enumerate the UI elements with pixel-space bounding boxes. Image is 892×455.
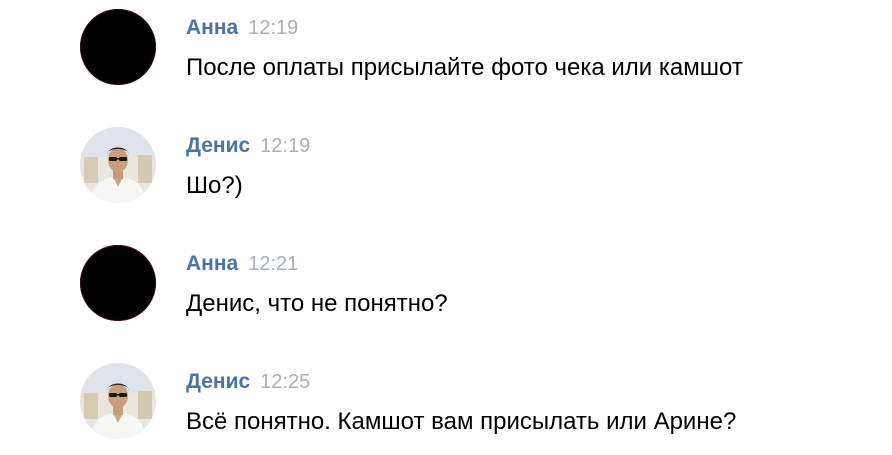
author-name[interactable]: Денис: [186, 370, 250, 393]
person-photo-icon: [80, 363, 156, 439]
author-name[interactable]: Анна: [186, 252, 238, 275]
message-text: Всё понятно. Камшот вам присылать или Ар…: [186, 408, 737, 435]
message-header: Денис 12:25: [186, 370, 310, 398]
message-time: 12:19: [248, 17, 299, 39]
person-photo-icon: [80, 127, 156, 203]
message-time: 12:21: [248, 253, 299, 275]
message-text: Шо?): [186, 172, 243, 199]
message-time: 12:25: [260, 371, 311, 393]
chat-message: Денис 12:19 Шо?): [0, 118, 892, 218]
message-text: После оплаты присылайте фото чека или ка…: [186, 54, 743, 81]
message-header: Денис 12:19: [186, 134, 310, 162]
author-name[interactable]: Анна: [186, 16, 238, 39]
chat-history: Анна 12:19 После оплаты присылайте фото ч…: [0, 0, 892, 455]
message-header: Анна 12:19: [186, 16, 298, 44]
avatar[interactable]: [80, 245, 156, 321]
avatar[interactable]: [80, 127, 156, 203]
message-text: Денис, что не понятно?: [186, 290, 448, 317]
author-name[interactable]: Денис: [186, 134, 250, 157]
chat-message: Анна 12:19 После оплаты присылайте фото ч…: [0, 0, 892, 100]
avatar[interactable]: [80, 9, 156, 85]
chat-message: Анна 12:21 Денис, что не понятно?: [0, 236, 892, 336]
avatar[interactable]: [80, 363, 156, 439]
message-header: Анна 12:21: [186, 252, 298, 280]
message-time: 12:19: [260, 135, 311, 157]
chat-message: Денис 12:25 Всё понятно. Камшот вам присы…: [0, 354, 892, 454]
